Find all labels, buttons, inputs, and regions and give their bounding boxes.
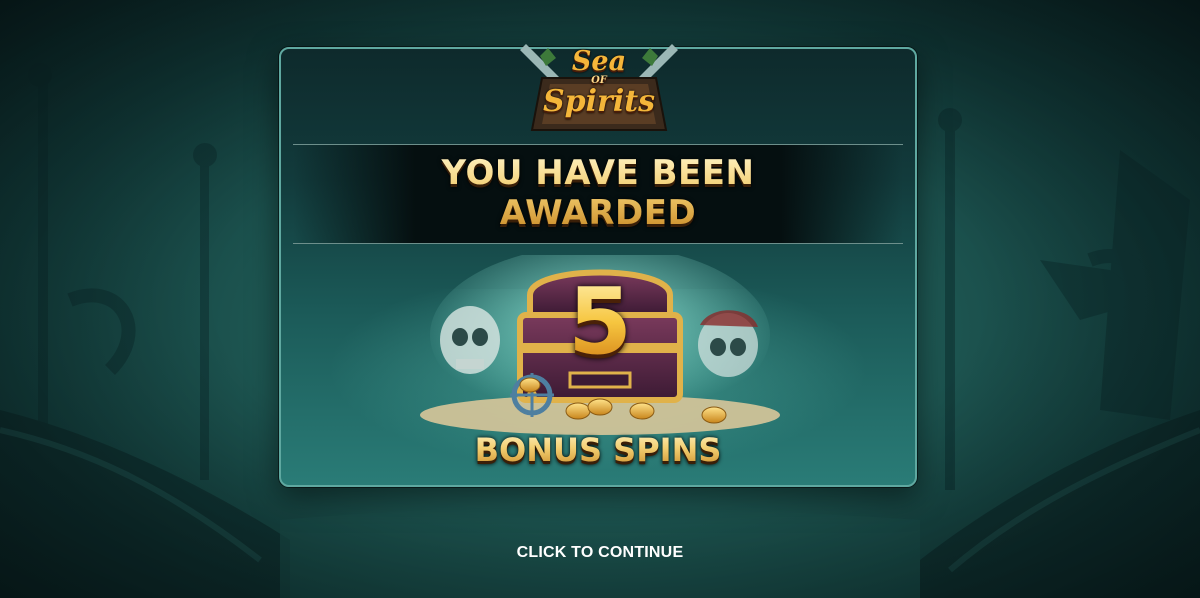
headline-line-2: AWARDED: [499, 193, 697, 233]
skull-icon: [698, 310, 758, 377]
logo-word-spirits: Spirits: [543, 84, 655, 119]
award-headline: YOU HAVE BEEN AWARDED: [281, 153, 915, 233]
awarded-spins-count: 5: [555, 272, 645, 372]
game-logo: Sea OF Spirits: [520, 38, 678, 138]
logo-word-sea: Sea: [571, 46, 627, 77]
prize-label: BONUS SPINS: [279, 430, 917, 470]
click-to-continue-button[interactable]: CLICK TO CONTINUE: [0, 544, 1200, 562]
headline-line-1: YOU HAVE BEEN: [441, 153, 755, 193]
skull-icon: [440, 306, 500, 374]
